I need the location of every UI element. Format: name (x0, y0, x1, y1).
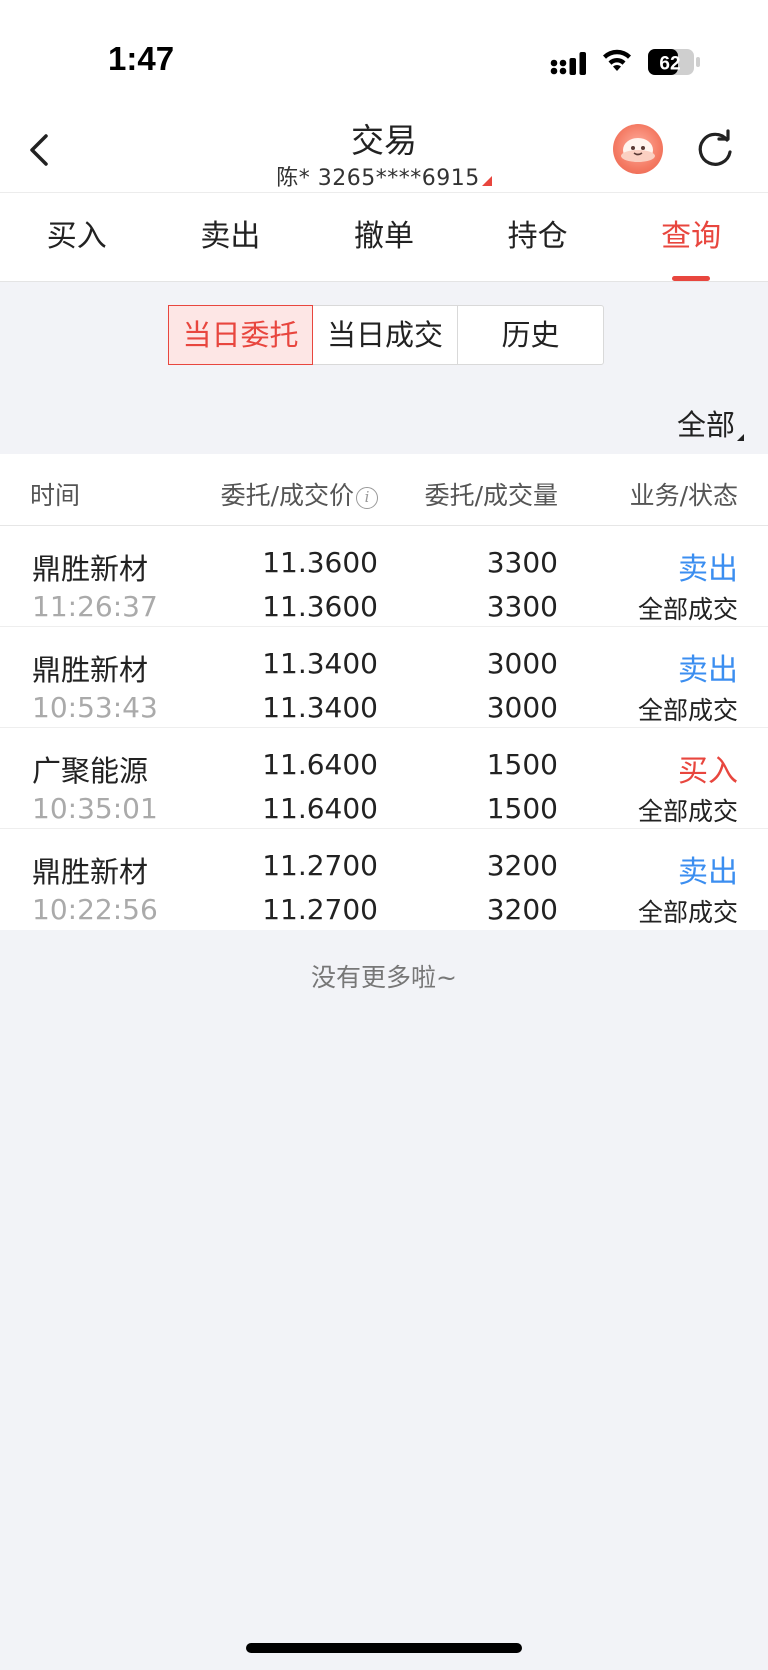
info-icon[interactable]: i (356, 487, 378, 509)
account-dropdown-icon (481, 176, 492, 186)
refresh-icon[interactable] (694, 128, 736, 170)
fill-price: 11.3400 (262, 691, 378, 724)
orders-table: 时间 委托/成交价 i 委托/成交量 业务/状态 鼎胜新材 11:26:37 11… (0, 454, 768, 930)
order-price: 11.2700 (262, 849, 378, 882)
account-number: 陈* 3265****6915 (276, 166, 480, 191)
filter-dropdown-icon (737, 434, 744, 441)
tab-buy[interactable]: 买入 (0, 193, 154, 281)
order-price: 11.6400 (262, 748, 378, 781)
wifi-icon (603, 49, 631, 71)
order-side: 卖出 (678, 552, 738, 587)
stock-name: 鼎胜新材 (32, 855, 149, 889)
order-price: 11.3400 (262, 647, 378, 680)
column-header-quantity: 委托/成交量 (424, 481, 558, 510)
table-row[interactable]: 鼎胜新材 10:22:56 11.2700 11.2700 3200 3200 … (0, 829, 768, 930)
order-side: 买入 (678, 754, 738, 789)
order-time: 10:53:43 (32, 691, 158, 724)
stock-name: 鼎胜新材 (32, 552, 149, 586)
fill-quantity: 1500 (486, 792, 558, 825)
home-indicator[interactable] (246, 1643, 522, 1653)
query-segment-control: 当日委托 当日成交 历史 (168, 305, 604, 365)
battery-icon: 62 (648, 49, 700, 75)
order-price: 11.3600 (262, 546, 378, 579)
fill-price: 11.2700 (262, 893, 378, 926)
trade-tabs: 买入 卖出 撤单 持仓 查询 (0, 192, 768, 282)
segment-history[interactable]: 历史 (458, 306, 603, 364)
table-row[interactable]: 鼎胜新材 11:26:37 11.3600 11.3600 3300 3300 … (0, 526, 768, 627)
order-time: 11:26:37 (32, 590, 158, 623)
status-bar: 1:47 62 (0, 0, 768, 110)
order-quantity: 3200 (486, 849, 558, 882)
order-status: 全部成交 (637, 696, 738, 725)
table-row[interactable]: 鼎胜新材 10:53:43 11.3400 11.3400 3000 3000 … (0, 627, 768, 728)
filter-label: 全部 (676, 408, 735, 442)
order-status: 全部成交 (637, 595, 738, 624)
order-quantity: 3300 (486, 546, 558, 579)
stock-name: 广聚能源 (32, 754, 149, 788)
stock-name: 鼎胜新材 (32, 653, 149, 687)
fill-quantity: 3000 (486, 691, 558, 724)
column-header-price: 委托/成交价 i (221, 476, 378, 512)
tab-cancel-order[interactable]: 撤单 (307, 193, 461, 281)
cellular-signal-icon (550, 52, 586, 75)
fill-quantity: 3300 (486, 590, 558, 623)
order-side: 卖出 (678, 855, 738, 890)
table-header: 时间 委托/成交价 i 委托/成交量 业务/状态 (0, 454, 768, 526)
no-more-text: 没有更多啦~ (311, 963, 457, 992)
segment-today-trades[interactable]: 当日成交 (313, 306, 458, 364)
filter-dropdown[interactable]: 全部 (676, 402, 744, 444)
tab-sell[interactable]: 卖出 (154, 193, 308, 281)
fill-quantity: 3200 (486, 893, 558, 926)
order-side: 卖出 (678, 653, 738, 688)
order-time: 10:35:01 (32, 792, 158, 825)
battery-level: 62 (659, 54, 680, 75)
order-quantity: 3000 (486, 647, 558, 680)
order-time: 10:22:56 (32, 893, 158, 926)
column-header-status: 业务/状态 (629, 481, 738, 510)
status-time: 1:47 (108, 40, 175, 77)
fill-price: 11.3600 (262, 590, 378, 623)
order-status: 全部成交 (637, 898, 738, 927)
order-quantity: 1500 (486, 748, 558, 781)
tab-query[interactable]: 查询 (614, 193, 768, 281)
nav-header: 交易 陈* 3265****6915 (0, 110, 768, 192)
column-header-time: 时间 (30, 481, 81, 510)
column-header-price-label: 委托/成交价 (220, 481, 354, 510)
table-row[interactable]: 广聚能源 10:35:01 11.6400 11.6400 1500 1500 … (0, 728, 768, 829)
segment-today-orders[interactable]: 当日委托 (168, 305, 313, 365)
order-status: 全部成交 (637, 797, 738, 826)
assistant-avatar-icon[interactable] (613, 124, 663, 174)
tab-positions[interactable]: 持仓 (461, 193, 615, 281)
fill-price: 11.6400 (262, 792, 378, 825)
